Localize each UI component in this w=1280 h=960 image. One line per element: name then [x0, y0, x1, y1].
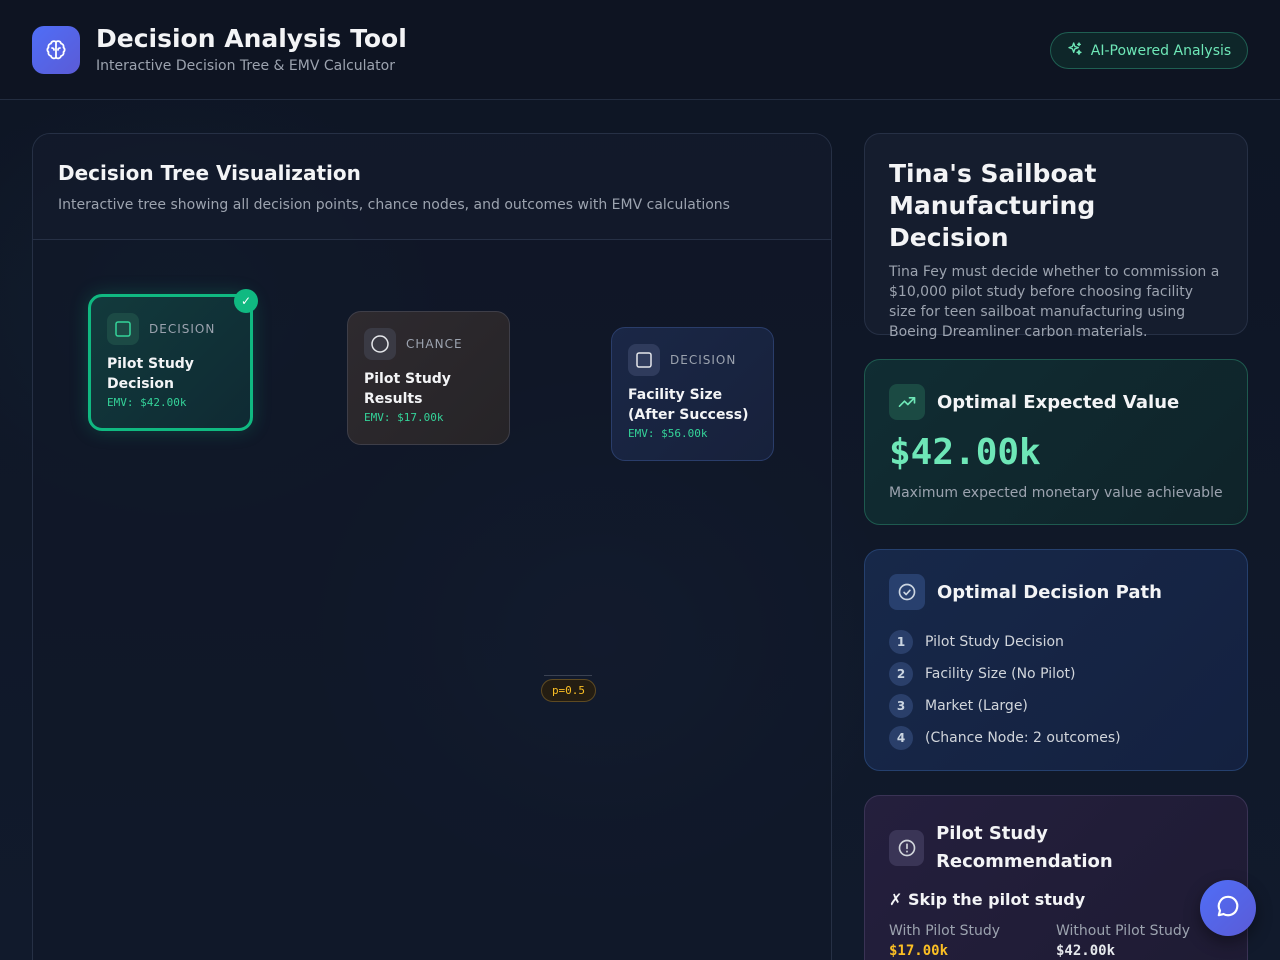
path-step: 4 (Chance Node: 2 outcomes) [889, 722, 1223, 754]
tree-title: Decision Tree Visualization [58, 161, 361, 185]
check-circle-icon [889, 574, 925, 610]
decision-square-icon [107, 313, 139, 345]
node-label: Pilot Study Decision [107, 356, 194, 392]
step-number: 4 [889, 726, 913, 750]
tree-node-pilot-study-decision[interactable]: DECISION Pilot Study Decision EMV: $42.0… [88, 294, 253, 431]
tree-node-pilot-study-results[interactable]: CHANCE Pilot Study Results EMV: $17.00k [347, 311, 510, 445]
tree-edge [544, 675, 592, 676]
scenario-card: Tina's Sailboat Manufacturing Decision T… [864, 133, 1248, 340]
step-label: Market (Large) [925, 698, 1028, 714]
optimal-path-card: Optimal Decision Path 1 Pilot Study Deci… [864, 549, 1248, 771]
alert-circle-icon [889, 830, 925, 866]
node-label: Facility Size (After Success) [628, 387, 749, 423]
decision-tree-panel: Decision Tree Visualization Interactive … [32, 133, 832, 960]
optimal-value-amount: $42.00k [889, 432, 1041, 473]
step-number: 2 [889, 662, 913, 686]
without-pilot-label: Without Pilot Study [1056, 923, 1191, 939]
trending-up-icon [889, 384, 925, 420]
node-emv: EMV: $56.00k [628, 427, 708, 440]
optimal-path-steps: 1 Pilot Study Decision 2 Facility Size (… [889, 626, 1223, 754]
node-type-label: DECISION [149, 322, 216, 336]
step-label: (Chance Node: 2 outcomes) [925, 730, 1121, 746]
ai-powered-badge[interactable]: AI-Powered Analysis [1050, 32, 1248, 69]
node-type-label: CHANCE [406, 337, 463, 351]
pilot-recommendation-card: Pilot Study Recommendation ✗ Skip the pi… [864, 795, 1248, 960]
tree-panel-header: Decision Tree Visualization Interactive … [33, 134, 831, 240]
scenario-description: Tina Fey must decide whether to commissi… [889, 264, 1220, 340]
app-subtitle: Interactive Decision Tree & EMV Calculat… [96, 58, 395, 74]
scenario-title: Tina's Sailboat Manufacturing Decision [889, 159, 1097, 252]
with-pilot-column: With Pilot Study $17.00k [889, 923, 1056, 959]
node-emv: EMV: $17.00k [364, 411, 444, 424]
optimal-value-title: Optimal Expected Value [937, 391, 1180, 413]
tree-description: Interactive tree showing all decision po… [58, 197, 730, 213]
step-label: Facility Size (No Pilot) [925, 666, 1076, 682]
without-pilot-value: $42.00k [1056, 943, 1116, 959]
ai-badge-label: AI-Powered Analysis [1090, 42, 1232, 59]
node-emv: EMV: $42.00k [107, 396, 187, 409]
path-step: 1 Pilot Study Decision [889, 626, 1223, 658]
app-title: Decision Analysis Tool [96, 24, 407, 53]
step-number: 1 [889, 630, 913, 654]
chat-bubble-icon [1215, 893, 1241, 923]
path-step: 2 Facility Size (No Pilot) [889, 658, 1223, 690]
brain-logo-icon [32, 26, 80, 74]
selected-check-icon: ✓ [234, 289, 258, 313]
optimal-path-title: Optimal Decision Path [937, 581, 1162, 603]
pilot-recommendation-verdict: ✗ Skip the pilot study [889, 890, 1086, 909]
app-header: Decision Analysis Tool Interactive Decis… [0, 0, 1280, 100]
step-number: 3 [889, 694, 913, 718]
without-pilot-column: Without Pilot Study $42.00k [1056, 923, 1223, 959]
chance-circle-icon [364, 328, 396, 360]
decision-square-icon [628, 344, 660, 376]
path-step: 3 Market (Large) [889, 690, 1223, 722]
pilot-comparison: With Pilot Study $17.00k Without Pilot S… [889, 923, 1223, 959]
optimal-value-card: Optimal Expected Value $42.00k Maximum e… [864, 359, 1248, 525]
optimal-value-note: Maximum expected monetary value achievab… [889, 485, 1223, 501]
with-pilot-label: With Pilot Study [889, 923, 1001, 939]
with-pilot-value: $17.00k [889, 943, 949, 959]
pilot-recommendation-title: Pilot Study Recommendation [936, 823, 1113, 872]
step-label: Pilot Study Decision [925, 634, 1064, 650]
sparkles-icon [1067, 41, 1083, 61]
probability-label: p=0.5 [541, 679, 596, 702]
chat-button[interactable] [1200, 880, 1256, 936]
tree-node-facility-size-after-success[interactable]: DECISION Facility Size (After Success) E… [611, 327, 774, 461]
node-type-label: DECISION [670, 353, 737, 367]
node-label: Pilot Study Results [364, 371, 451, 407]
